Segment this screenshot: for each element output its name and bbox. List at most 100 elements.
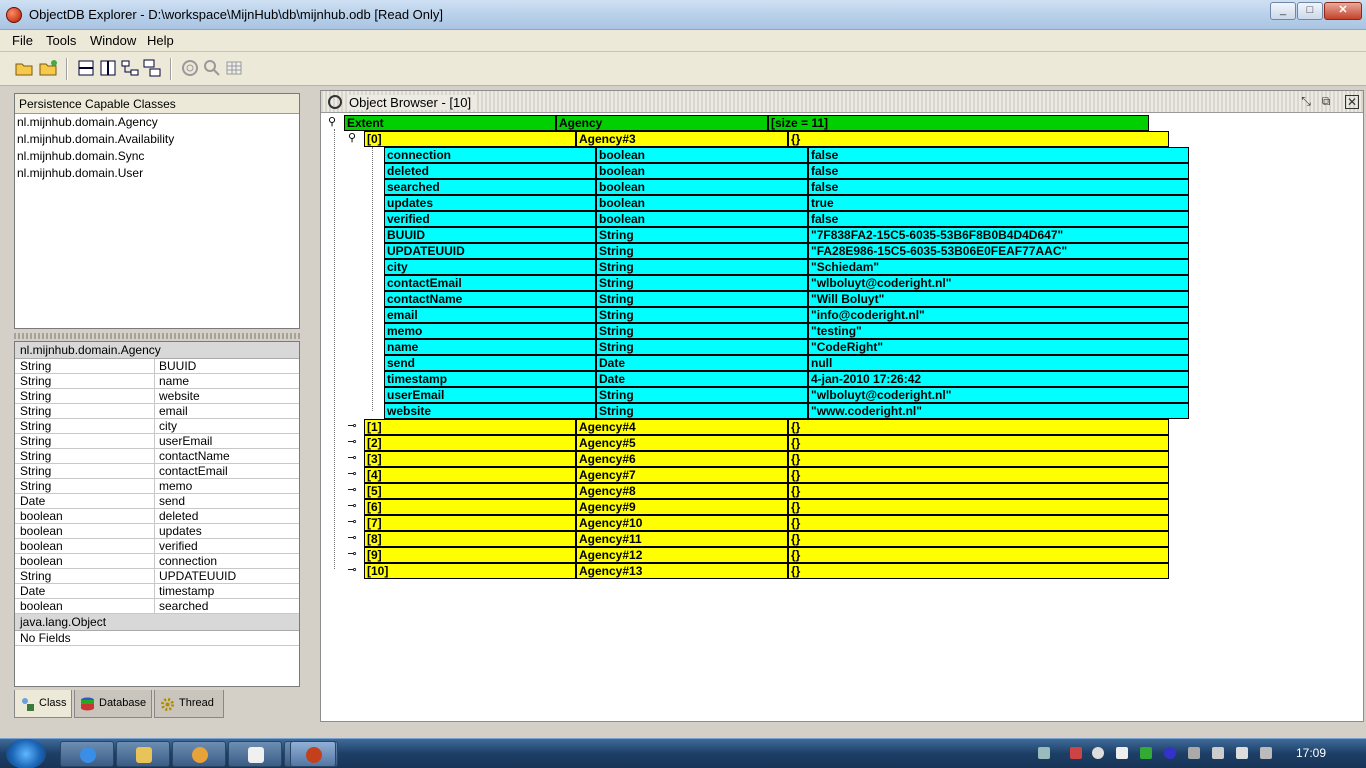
menu-tools[interactable]: Tools <box>46 33 76 48</box>
field-type-cell[interactable]: boolean <box>596 147 808 163</box>
expand-toggle-icon[interactable]: ⊸ <box>346 565 358 577</box>
expand-toggle-icon[interactable]: ⊸ <box>346 453 358 465</box>
expand-toggle-icon[interactable]: ⊸ <box>346 517 358 529</box>
field-type-cell[interactable]: String <box>596 403 808 419</box>
network-icon[interactable] <box>1260 747 1272 759</box>
field-value-cell[interactable]: null <box>808 355 1189 371</box>
object-value-cell[interactable]: {} <box>788 499 1169 515</box>
object-id-cell[interactable]: Agency#3 <box>576 131 788 147</box>
field-row[interactable]: boolean updates <box>15 524 299 539</box>
field-value-cell[interactable]: "testing" <box>808 323 1189 339</box>
expand-toggle-icon[interactable]: ⊸ <box>346 501 358 513</box>
field-value-cell[interactable]: "info@coderight.nl" <box>808 307 1189 323</box>
object-id-cell[interactable]: Agency#6 <box>576 451 788 467</box>
field-type-cell[interactable]: String <box>596 339 808 355</box>
expand-toggle-icon[interactable]: ⊸ <box>346 549 358 561</box>
field-row[interactable]: String userEmail <box>15 434 299 449</box>
collapse-toggle-icon[interactable]: ⚲ <box>346 133 358 145</box>
object-id-cell[interactable]: Agency#5 <box>576 435 788 451</box>
field-type-cell[interactable]: boolean <box>596 211 808 227</box>
field-row[interactable]: Date send <box>15 494 299 509</box>
field-type-cell[interactable]: Date <box>596 371 808 387</box>
clock[interactable]: 17:09 <box>1296 746 1326 760</box>
field-name-cell[interactable]: UPDATEUUID <box>384 243 596 259</box>
menu-window[interactable]: Window <box>90 33 136 48</box>
taskbar-objectdb[interactable] <box>290 741 336 767</box>
field-value-cell[interactable]: false <box>808 179 1189 195</box>
field-row[interactable]: String name <box>15 374 299 389</box>
field-value-cell[interactable]: "FA28E986-15C5-6035-53B06E0FEAF77AAC" <box>808 243 1189 259</box>
object-index-cell[interactable]: [0] <box>364 131 576 147</box>
maximize-button[interactable]: □ <box>1297 2 1323 20</box>
object-index-cell[interactable]: [6] <box>364 499 576 515</box>
expand-toggle-icon[interactable]: ⊸ <box>346 485 358 497</box>
expand-toggle-icon[interactable]: ⊸ <box>346 533 358 545</box>
field-row[interactable]: boolean connection <box>15 554 299 569</box>
start-button[interactable] <box>6 739 46 768</box>
field-name-cell[interactable]: city <box>384 259 596 275</box>
field-value-cell[interactable]: "www.coderight.nl" <box>808 403 1189 419</box>
field-value-cell[interactable]: "Will Boluyt" <box>808 291 1189 307</box>
extent-size-cell[interactable]: [size = 11] <box>768 115 1149 131</box>
field-name-cell[interactable]: memo <box>384 323 596 339</box>
extent-cell[interactable]: Extent <box>344 115 556 131</box>
object-value-cell[interactable]: {} <box>788 515 1169 531</box>
field-name-cell[interactable]: website <box>384 403 596 419</box>
field-name-cell[interactable]: contactEmail <box>384 275 596 291</box>
object-value-cell[interactable]: {} <box>788 467 1169 483</box>
field-type-cell[interactable]: String <box>596 259 808 275</box>
field-value-cell[interactable]: "wlboluyt@coderight.nl" <box>808 275 1189 291</box>
field-type-cell[interactable]: boolean <box>596 163 808 179</box>
object-id-cell[interactable]: Agency#13 <box>576 563 788 579</box>
field-value-cell[interactable]: 4-jan-2010 17:26:42 <box>808 371 1189 387</box>
menu-file[interactable]: File <box>12 33 33 48</box>
object-value-cell[interactable]: {} <box>788 419 1169 435</box>
field-value-cell[interactable]: "7F838FA2-15C5-6035-53B6F8B0B4D4D647" <box>808 227 1189 243</box>
field-name-cell[interactable]: contactName <box>384 291 596 307</box>
graph-view-icon[interactable] <box>142 58 162 78</box>
expand-toggle-icon[interactable]: ⊸ <box>346 437 358 449</box>
volume-muted-icon[interactable] <box>1212 747 1224 759</box>
clipboard-icon[interactable] <box>1116 747 1128 759</box>
field-row[interactable]: String memo <box>15 479 299 494</box>
field-value-cell[interactable]: "wlboluyt@coderight.nl" <box>808 387 1189 403</box>
field-name-cell[interactable]: name <box>384 339 596 355</box>
field-type-cell[interactable]: String <box>596 323 808 339</box>
object-id-cell[interactable]: Agency#8 <box>576 483 788 499</box>
bluetooth-icon[interactable] <box>1164 747 1176 759</box>
object-id-cell[interactable]: Agency#4 <box>576 419 788 435</box>
field-type-cell[interactable]: String <box>596 291 808 307</box>
object-value-cell[interactable]: {} <box>788 563 1169 579</box>
tab-database[interactable]: Database <box>74 690 152 718</box>
tab-thread[interactable]: Thread <box>154 690 224 718</box>
menu-help[interactable]: Help <box>147 33 174 48</box>
field-type-cell[interactable]: boolean <box>596 195 808 211</box>
field-name-cell[interactable]: email <box>384 307 596 323</box>
close-panel-icon[interactable]: ✕ <box>1345 95 1359 109</box>
field-row[interactable]: String city <box>15 419 299 434</box>
field-row[interactable]: boolean verified <box>15 539 299 554</box>
field-value-cell[interactable]: true <box>808 195 1189 211</box>
expand-toggle-icon[interactable]: ⊸ <box>346 469 358 481</box>
field-type-cell[interactable]: String <box>596 307 808 323</box>
find-icon[interactable] <box>202 58 222 78</box>
minimize-panel-icon[interactable]: ⤡ <box>1299 95 1313 109</box>
object-index-cell[interactable]: [3] <box>364 451 576 467</box>
tab-class[interactable]: Class <box>14 690 72 718</box>
field-name-cell[interactable]: send <box>384 355 596 371</box>
field-type-cell[interactable]: Date <box>596 355 808 371</box>
field-type-cell[interactable]: boolean <box>596 179 808 195</box>
check-icon[interactable] <box>1140 747 1152 759</box>
object-index-cell[interactable]: [5] <box>364 483 576 499</box>
field-row[interactable]: String BUUID <box>15 359 299 374</box>
object-value-cell[interactable]: {} <box>788 547 1169 563</box>
field-name-cell[interactable]: searched <box>384 179 596 195</box>
object-id-cell[interactable]: Agency#10 <box>576 515 788 531</box>
field-name-cell[interactable]: userEmail <box>384 387 596 403</box>
field-value-cell[interactable]: false <box>808 211 1189 227</box>
object-value-cell[interactable]: {} <box>788 483 1169 499</box>
chat-icon[interactable] <box>1092 747 1104 759</box>
field-type-cell[interactable]: String <box>596 275 808 291</box>
object-id-cell[interactable]: Agency#9 <box>576 499 788 515</box>
tree-view-icon[interactable] <box>120 58 140 78</box>
